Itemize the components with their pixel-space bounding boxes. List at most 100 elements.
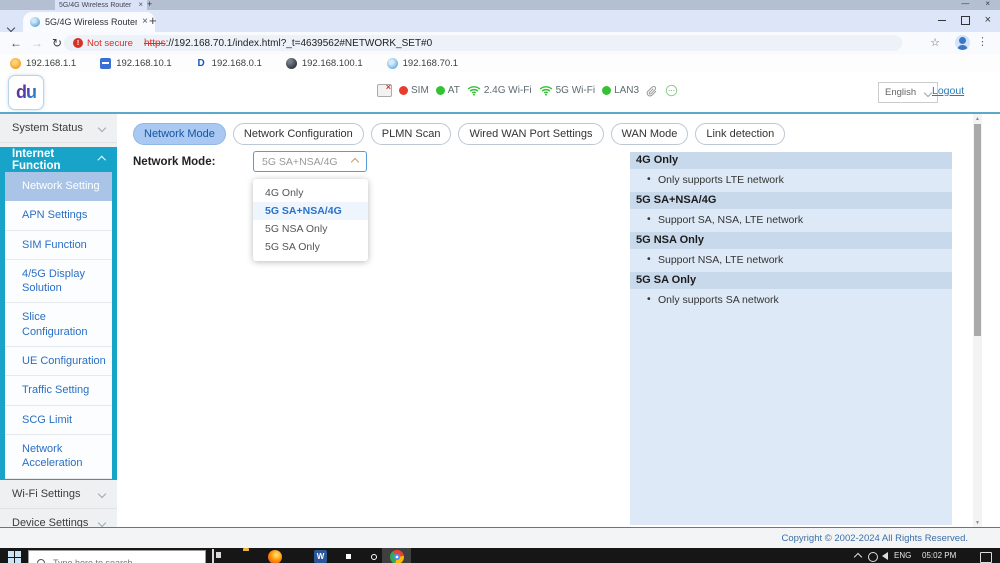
bookmark-item[interactable]: 192.168.10.1 xyxy=(100,58,171,69)
back-icon[interactable]: ← xyxy=(10,36,22,50)
background-window-tab[interactable]: 5G/4G Wireless Router × xyxy=(55,0,147,10)
scroll-up-icon[interactable]: ▲ xyxy=(973,114,982,123)
message-icon[interactable] xyxy=(665,84,678,97)
chevron-down-icon xyxy=(98,124,106,132)
option-5g-nsa-only[interactable]: 5G NSA Only xyxy=(253,220,368,238)
status-indicator-row: SIM AT 2.4G Wi-Fi 5G Wi-Fi LAN3 xyxy=(377,84,678,97)
sidebar-item-sim-function[interactable]: SIM Function xyxy=(5,231,112,260)
tray-network-icon[interactable] xyxy=(868,552,878,562)
firefox-icon[interactable] xyxy=(268,550,282,563)
chevron-up-icon xyxy=(351,157,359,165)
info-description: Support SA, NSA, LTE network xyxy=(630,209,952,232)
tray-volume-icon[interactable] xyxy=(882,552,888,560)
not-secure-icon[interactable]: ! xyxy=(73,38,83,48)
background-window-controls: — × xyxy=(961,0,990,8)
bookmark-star-icon[interactable]: ☆ xyxy=(930,36,940,49)
tab-close-icon[interactable]: × xyxy=(142,17,148,27)
bookmark-item[interactable]: 192.168.100.1 xyxy=(286,58,363,69)
new-tab-icon[interactable]: + xyxy=(147,0,152,9)
taskbar-search[interactable] xyxy=(28,550,206,563)
language-select[interactable]: English xyxy=(878,82,938,103)
bookmarks-bar: 192.168.1.1 192.168.10.1 D192.168.0.1 19… xyxy=(0,54,1000,72)
bookmark-item[interactable]: 192.168.1.1 xyxy=(10,58,76,69)
minimize-icon[interactable]: — xyxy=(961,0,969,8)
chrome-taskbar-tile[interactable] xyxy=(382,548,411,563)
sidebar-item-slice-configuration[interactable]: Slice Configuration xyxy=(5,303,112,347)
chevron-down-icon xyxy=(98,489,106,497)
tab-link-detection[interactable]: Link detection xyxy=(695,123,785,145)
scrollbar[interactable]: ▲ ▼ xyxy=(973,114,982,527)
network-mode-label: Network Mode: xyxy=(133,156,215,168)
sidebar-item-ue-configuration[interactable]: UE Configuration xyxy=(5,347,112,376)
scrollbar-thumb[interactable] xyxy=(974,124,981,336)
windows-start-icon[interactable] xyxy=(8,551,21,563)
main-panel: Network Mode Network Configuration PLMN … xyxy=(117,114,1000,527)
bookmark-item[interactable]: 192.168.70.1 xyxy=(387,58,458,69)
at-status-dot-icon xyxy=(436,86,445,95)
url-text: https://192.168.70.1/index.html?_t=46395… xyxy=(144,38,432,49)
info-title: 5G NSA Only xyxy=(630,232,952,249)
close-icon[interactable]: × xyxy=(138,1,143,9)
tab-wired-wan-port-settings[interactable]: Wired WAN Port Settings xyxy=(458,123,603,145)
sidebar-section-header[interactable]: Internet Function xyxy=(0,147,117,172)
tab-wan-mode[interactable]: WAN Mode xyxy=(611,123,689,145)
info-title: 4G Only xyxy=(630,152,952,169)
sidebar-item-network-acceleration[interactable]: Network Acceleration xyxy=(5,435,112,479)
option-4g-only[interactable]: 4G Only xyxy=(253,184,368,202)
sidebar-item-apn-settings[interactable]: APN Settings xyxy=(5,201,112,230)
profile-avatar[interactable] xyxy=(955,35,970,50)
browser-tab[interactable]: 5G/4G Wireless Router × xyxy=(23,12,155,32)
chevron-up-icon xyxy=(98,155,106,163)
close-icon[interactable]: × xyxy=(985,0,990,8)
reload-icon[interactable]: ↻ xyxy=(52,36,62,50)
action-center-icon[interactable] xyxy=(980,552,992,563)
tab-plmn-scan[interactable]: PLMN Scan xyxy=(371,123,452,145)
bookmark-item[interactable]: D192.168.0.1 xyxy=(196,58,262,69)
minimize-icon[interactable] xyxy=(938,20,946,21)
status-at: AT xyxy=(436,85,460,96)
tab-title: 5G/4G Wireless Router xyxy=(45,17,137,27)
logout-link[interactable]: Logout xyxy=(932,85,964,97)
sidebar-item-label: Device Settings xyxy=(12,517,88,527)
sidebar-item-scg-limit[interactable]: SCG Limit xyxy=(5,406,112,435)
not-secure-label: Not secure xyxy=(87,38,133,49)
network-mode-dropdown: 4G Only 5G SA+NSA/4G 5G NSA Only 5G SA O… xyxy=(253,179,368,261)
tray-chevron-up-icon[interactable] xyxy=(854,553,862,561)
word-icon[interactable]: W xyxy=(314,550,327,563)
page-content: System Status Internet Function Network … xyxy=(0,114,1000,527)
page-header: du SIM AT 2.4G Wi-Fi 5G Wi-Fi LAN3 Engli… xyxy=(0,72,1000,114)
address-bar[interactable]: ! Not secure https://192.168.70.1/index.… xyxy=(64,35,902,51)
url-scheme: https xyxy=(144,38,166,49)
network-mode-select[interactable]: 5G SA+NSA/4G xyxy=(253,151,367,172)
chrome-icon xyxy=(390,550,404,563)
browser-menu-icon[interactable]: ⋮ xyxy=(977,35,988,48)
task-view-icon[interactable] xyxy=(212,549,214,563)
forward-icon[interactable]: → xyxy=(31,36,43,50)
background-window-titlebar[interactable]: 5G/4G Wireless Router × + — × xyxy=(0,0,1000,10)
sidebar-item-network-setting[interactable]: Network Setting xyxy=(5,172,112,201)
sidebar-section-label: Internet Function xyxy=(12,148,99,172)
tray-language-label[interactable]: ENG xyxy=(894,551,911,560)
sidebar-item-45g-display-solution[interactable]: 4/5G Display Solution xyxy=(5,260,112,304)
tray-clock[interactable]: 05:02 PM xyxy=(922,551,956,560)
option-5g-sa-only[interactable]: 5G SA Only xyxy=(253,238,368,256)
info-description: Only supports LTE network xyxy=(630,169,952,192)
sidebar-submenu: Network Setting APN Settings SIM Functio… xyxy=(5,172,112,479)
bookmark-label: 192.168.0.1 xyxy=(212,58,262,69)
sidebar-item-wifi-settings[interactable]: Wi-Fi Settings xyxy=(0,480,117,509)
chevron-down-icon xyxy=(98,518,106,526)
network-mode-info-panel: 4G Only Only supports LTE network 5G SA+… xyxy=(630,152,952,525)
info-title: 5G SA+NSA/4G xyxy=(630,192,952,209)
scroll-down-icon[interactable]: ▼ xyxy=(973,518,982,527)
restore-icon[interactable] xyxy=(961,16,970,25)
wifi-icon xyxy=(467,85,481,96)
sidebar-item-traffic-setting[interactable]: Traffic Setting xyxy=(5,376,112,405)
sidebar-item-system-status[interactable]: System Status xyxy=(0,114,117,143)
close-icon[interactable]: × xyxy=(985,15,991,26)
option-5g-sa-nsa-4g[interactable]: 5G SA+NSA/4G xyxy=(253,202,368,220)
taskbar-search-input[interactable] xyxy=(51,557,185,563)
tab-network-mode[interactable]: Network Mode xyxy=(133,123,226,145)
sidebar-item-device-settings[interactable]: Device Settings xyxy=(0,509,117,527)
tab-network-configuration[interactable]: Network Configuration xyxy=(233,123,364,145)
new-tab-button[interactable]: + xyxy=(149,13,157,28)
